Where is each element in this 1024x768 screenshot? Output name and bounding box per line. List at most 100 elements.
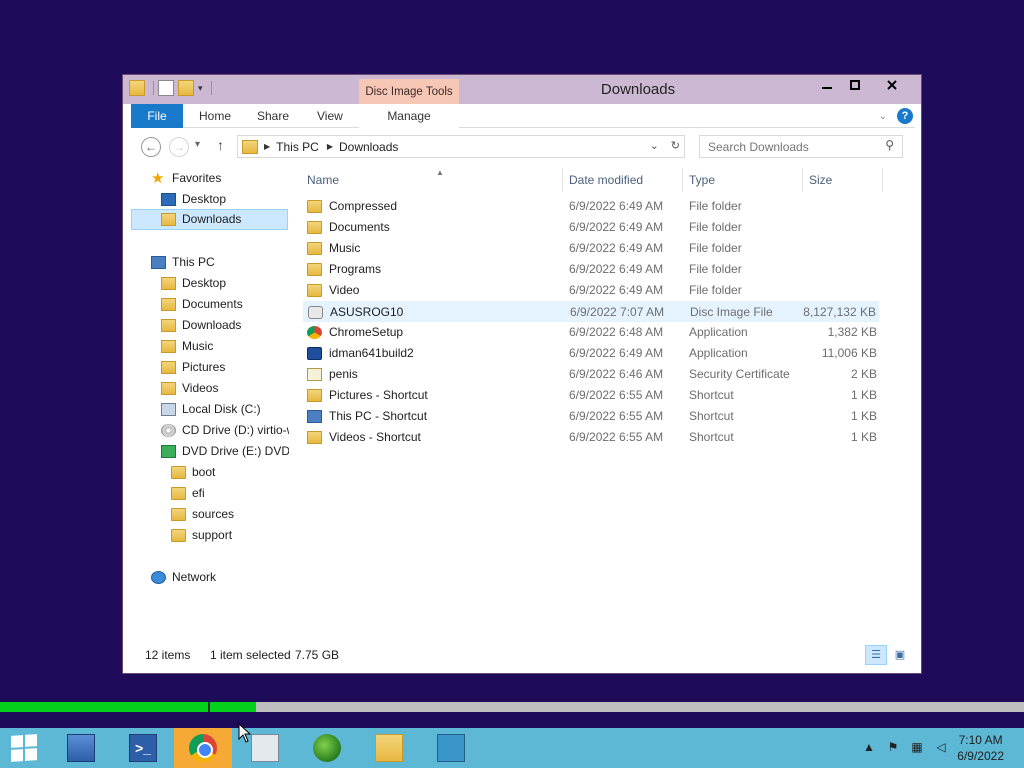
breadcrumb-downloads[interactable]: Downloads [339, 140, 398, 154]
music-folder-icon [161, 340, 176, 353]
tab-home[interactable]: Home [199, 104, 231, 128]
star-icon: ★ [151, 170, 165, 187]
file-row[interactable]: This PC - Shortcut 6/9/2022 6:55 AM Shortc… [303, 406, 879, 427]
breadcrumb-separator-icon[interactable]: ▶ [264, 142, 270, 151]
tab-share[interactable]: Share [257, 104, 289, 128]
address-dropdown-icon[interactable]: ⌄ [650, 139, 659, 152]
taskbar-idm[interactable] [298, 728, 356, 768]
tree-pc-documents[interactable]: Documents [161, 294, 243, 315]
tab-view[interactable]: View [317, 104, 343, 128]
file-row[interactable]: Documents 6/9/2022 6:49 AM File folder [303, 217, 879, 238]
tree-cd-drive[interactable]: CD Drive (D:) virtio-w [161, 420, 289, 441]
file-type: File folder [689, 220, 742, 234]
show-hidden-icons-icon[interactable]: ▲ [862, 740, 876, 754]
search-icon[interactable]: ⚲ [885, 138, 894, 152]
title-bar[interactable]: ▾ Disc Image Tools Downloads [123, 75, 921, 125]
back-button[interactable]: ← [141, 137, 161, 157]
tree-efi[interactable]: efi [171, 483, 205, 504]
file-name: Music [329, 241, 361, 255]
close-icon[interactable] [869, 75, 915, 95]
new-folder-icon[interactable] [178, 80, 194, 96]
volume-muted-icon[interactable]: ◁ [934, 740, 948, 754]
breadcrumb-this-pc[interactable]: This PC [276, 140, 319, 154]
file-row[interactable]: idman641build2 6/9/2022 6:49 AM Applicatio… [303, 343, 879, 364]
file-name-cell: Pictures - Shortcut [307, 385, 428, 406]
properties-icon[interactable] [158, 80, 174, 96]
details-view-icon[interactable]: ☰ [865, 645, 887, 665]
file-size: 1 KB [850, 388, 877, 402]
taskbar-server-manager[interactable] [52, 728, 110, 768]
file-name-cell: idman641build2 [307, 343, 414, 364]
tab-file[interactable]: File [131, 104, 183, 128]
large-icons-view-icon[interactable]: ▣ [889, 645, 911, 665]
file-row[interactable]: Videos - Shortcut 6/9/2022 6:55 AM Shortcu… [303, 427, 879, 448]
column-header-date[interactable]: Date modified [563, 168, 683, 192]
search-box[interactable]: ⚲ [699, 135, 903, 158]
column-header-name[interactable]: ▲ Name [301, 168, 563, 192]
address-bar[interactable]: ▶ This PC ▶ Downloads ⌄ ↻ [237, 135, 685, 158]
file-date: 6/9/2022 6:49 AM [569, 346, 664, 360]
tree-boot[interactable]: boot [171, 462, 215, 483]
navigation-row: ← → ▾ ↑ ▶ This PC ▶ Downloads ⌄ ↻ ⚲ [131, 128, 915, 166]
file-row[interactable]: Video 6/9/2022 6:49 AM File folder [303, 280, 879, 301]
column-header-size[interactable]: Size [803, 168, 883, 192]
tree-label: Pictures [182, 360, 226, 374]
clock[interactable]: 7:10 AM 6/9/2022 [957, 732, 1004, 764]
file-row[interactable]: penis 6/9/2022 6:46 AM Security Certificat… [303, 364, 879, 385]
tab-manage[interactable]: Manage [359, 104, 459, 128]
file-name-cell: Music [307, 238, 360, 259]
clock-time: 7:10 AM [958, 733, 1003, 747]
file-size: 1 KB [850, 430, 877, 444]
minimize-icon[interactable] [813, 75, 841, 95]
tree-fav-downloads[interactable]: Downloads [131, 209, 288, 230]
refresh-icon[interactable]: ↻ [671, 139, 680, 152]
tree-fav-desktop[interactable]: Desktop [161, 189, 226, 210]
file-row[interactable]: ASUSROG10 6/9/2022 7:07 AM Disc Image File… [303, 301, 879, 322]
tree-pc-desktop[interactable]: Desktop [161, 273, 226, 294]
start-button[interactable] [0, 728, 48, 768]
file-date: 6/9/2022 6:49 AM [569, 262, 664, 276]
tree-dvd-drive[interactable]: DVD Drive (E:) DVD_I [161, 441, 289, 462]
expand-ribbon-icon[interactable]: ⌄ [879, 111, 887, 122]
action-center-flag-icon[interactable]: ⚑ [886, 740, 900, 754]
search-input[interactable] [708, 139, 873, 154]
maximize-icon[interactable] [841, 75, 869, 95]
taskbar-chrome[interactable] [174, 728, 232, 768]
tree-sources[interactable]: sources [171, 504, 234, 525]
file-type: Security Certificate [689, 367, 790, 381]
taskbar-powershell[interactable]: >_ [114, 728, 172, 768]
taskbar-file-explorer[interactable] [360, 728, 418, 768]
file-row[interactable]: ChromeSetup 6/9/2022 6:48 AM Application 1,… [303, 322, 879, 343]
tree-network[interactable]: Network [151, 567, 216, 588]
column-header-type[interactable]: Type [683, 168, 803, 192]
tree-local-disk[interactable]: Local Disk (C:) [161, 399, 261, 420]
up-button[interactable]: ↑ [217, 137, 224, 153]
server-manager-icon [67, 734, 95, 762]
file-row[interactable]: Music 6/9/2022 6:49 AM File folder [303, 238, 879, 259]
column-label: Size [809, 173, 833, 187]
tree-pc-videos[interactable]: Videos [161, 378, 218, 399]
qat-dropdown-icon[interactable]: ▾ [198, 83, 203, 94]
network-status-icon[interactable]: ▦ [910, 740, 924, 754]
tree-support[interactable]: support [171, 525, 232, 546]
file-name: penis [329, 367, 358, 381]
tree-this-pc[interactable]: This PC [151, 252, 215, 273]
file-name: ChromeSetup [329, 325, 404, 339]
tree-pc-pictures[interactable]: Pictures [161, 357, 225, 378]
file-row[interactable]: Pictures - Shortcut 6/9/2022 6:55 AM Short… [303, 385, 879, 406]
tree-pc-downloads[interactable]: Downloads [161, 315, 241, 336]
tree-label: DVD Drive (E:) DVD_I [182, 444, 289, 458]
taskbar-download-app[interactable] [422, 728, 480, 768]
file-row[interactable]: Compressed 6/9/2022 6:49 AM File folder [303, 196, 879, 217]
clock-date: 6/9/2022 [957, 749, 1004, 763]
tree-favorites[interactable]: ★ Favorites [151, 168, 221, 189]
breadcrumb-separator-icon[interactable]: ▶ [327, 142, 333, 151]
forward-button[interactable]: → [169, 137, 189, 157]
file-type: File folder [689, 199, 742, 213]
help-icon[interactable]: ? [897, 108, 913, 124]
start-icon [11, 734, 37, 762]
tree-pc-music[interactable]: Music [161, 336, 213, 357]
computer-icon [151, 256, 166, 269]
recent-locations-icon[interactable]: ▾ [195, 139, 200, 150]
file-row[interactable]: Programs 6/9/2022 6:49 AM File folder [303, 259, 879, 280]
